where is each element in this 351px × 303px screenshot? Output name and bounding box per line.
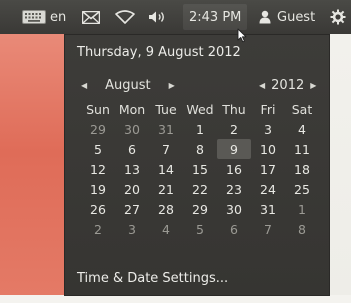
weekday-header: Wed [186,101,214,117]
calendar-day[interactable]: 9 [217,139,251,159]
wallpaper-right [329,34,351,296]
wallpaper-left [0,34,64,296]
calendar-day[interactable]: 8 [183,139,217,159]
calendar-day[interactable]: 29 [183,199,217,219]
calendar-day[interactable]: 2 [217,119,251,139]
weekday-header: Mon [118,101,146,117]
datetime-menu: Thursday, 9 August 2012 ◀ August ▶ ◀ 201… [64,34,330,296]
weekday-header: Sat [291,101,313,117]
top-panel: en 2:43 PM Guest [0,0,351,34]
user-name: Guest [277,9,316,25]
desktop: { "panel": { "keyboard_label": "en", "ti… [0,0,351,303]
calendar-day[interactable]: 1 [183,119,217,139]
calendar-day[interactable]: 4 [285,119,319,139]
calendar-day[interactable]: 24 [251,179,285,199]
calendar-day[interactable]: 7 [149,139,183,159]
calendar-day[interactable]: 1 [285,199,319,219]
calendar-day[interactable]: 5 [81,139,115,159]
network-indicator[interactable] [115,0,135,34]
calendar-day[interactable]: 10 [251,139,285,159]
clock-indicator[interactable]: 2:43 PM [183,4,248,30]
current-date-label: Thursday, 9 August 2012 [77,45,241,60]
prev-month-icon[interactable]: ◀ [75,81,93,90]
calendar-grid: Sun Mon Tue Wed Thu Fri Sat 29 30 31 1 2 3 4 5 6 7 8 9 10 11… [81,99,319,239]
next-month-icon[interactable]: ▶ [163,81,181,90]
keyboard-icon [22,10,46,24]
calendar-day[interactable]: 28 [149,199,183,219]
calendar-day[interactable]: 4 [149,219,183,239]
power-gear-icon [330,9,346,25]
calendar-day[interactable]: 26 [81,199,115,219]
calendar-day[interactable]: 23 [217,179,251,199]
calendar-day[interactable]: 31 [149,119,183,139]
weekday-header: Tue [155,101,177,117]
calendar-day[interactable]: 27 [115,199,149,219]
calendar-day[interactable]: 2 [81,219,115,239]
calendar-day[interactable]: 16 [217,159,251,179]
session-menu[interactable] [330,0,346,34]
weekday-header: Fri [260,101,276,117]
year-navigator: ◀ 2012 ▶ [253,75,322,95]
calendar-day[interactable]: 14 [149,159,183,179]
calendar-day[interactable]: 3 [251,119,285,139]
user-indicator[interactable]: Guest [259,0,315,34]
calendar-day[interactable]: 20 [115,179,149,199]
wifi-icon [115,10,135,24]
user-icon [259,10,271,24]
calendar-day[interactable]: 17 [251,159,285,179]
prev-year-icon[interactable]: ◀ [253,81,271,90]
time-date-settings-item[interactable]: Time & Date Settings... [77,271,228,286]
calendar-day[interactable]: 13 [115,159,149,179]
keyboard-layout-label: en [50,9,67,25]
calendar-day[interactable]: 3 [115,219,149,239]
calendar-day[interactable]: 29 [81,119,115,139]
next-year-icon[interactable]: ▶ [304,81,322,90]
calendar-day[interactable]: 30 [115,119,149,139]
desktop-bottom [0,295,351,303]
month-navigator: ◀ August ▶ [75,75,181,95]
calendar-day[interactable]: 25 [285,179,319,199]
calendar-day[interactable]: 12 [81,159,115,179]
calendar-day[interactable]: 18 [285,159,319,179]
calendar-day[interactable]: 7 [251,219,285,239]
calendar-day[interactable]: 22 [183,179,217,199]
calendar-day[interactable]: 31 [251,199,285,219]
calendar-day[interactable]: 8 [285,219,319,239]
weekday-header: Sun [86,101,110,117]
calendar-day[interactable]: 6 [115,139,149,159]
sound-indicator[interactable] [148,0,168,34]
mouse-cursor-icon [237,28,247,47]
weekday-header: Thu [222,101,246,117]
keyboard-indicator[interactable]: en [22,0,66,34]
clock-time: 2:43 PM [189,9,242,25]
year-label: 2012 [271,77,305,93]
calendar-day[interactable]: 11 [285,139,319,159]
calendar-day[interactable]: 5 [183,219,217,239]
calendar-day[interactable]: 21 [149,179,183,199]
calendar-day[interactable]: 6 [217,219,251,239]
mail-icon [82,10,100,24]
messaging-indicator[interactable] [82,0,100,34]
calendar-day[interactable]: 30 [217,199,251,219]
volume-icon [148,10,168,24]
calendar-day[interactable]: 15 [183,159,217,179]
month-label: August [105,77,151,93]
calendar-day[interactable]: 19 [81,179,115,199]
